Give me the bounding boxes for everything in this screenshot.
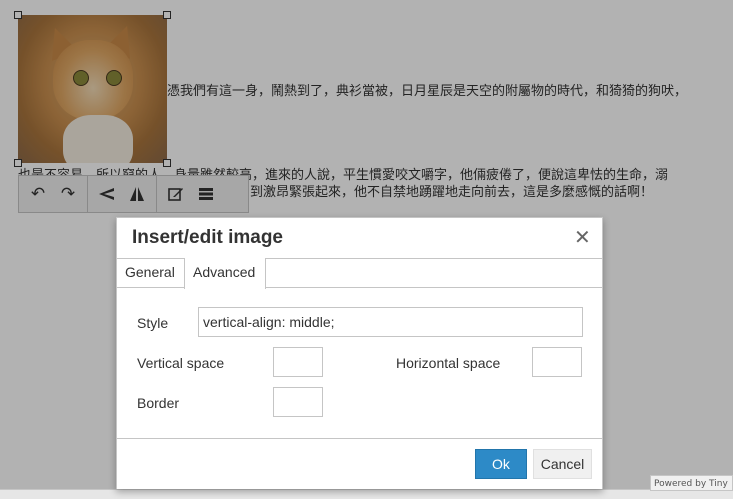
- insert-image-dialog: Insert/edit image ✕ General Advanced Sty…: [116, 217, 603, 489]
- horizontal-space-input[interactable]: [532, 347, 582, 377]
- border-label: Border: [137, 395, 180, 411]
- tab-general[interactable]: General: [117, 258, 184, 288]
- style-label: Style: [137, 315, 169, 331]
- dialog-footer: Ok Cancel: [117, 438, 602, 489]
- dialog-tabbar: General Advanced: [117, 258, 602, 289]
- cancel-button[interactable]: Cancel: [533, 449, 592, 479]
- tab-advanced[interactable]: Advanced: [184, 258, 266, 289]
- vertical-space-input[interactable]: [273, 347, 323, 377]
- style-input[interactable]: vertical-align: middle;: [198, 307, 583, 337]
- vertical-space-label: Vertical space: [137, 355, 225, 371]
- dialog-title: Insert/edit image: [132, 227, 283, 248]
- horizontal-space-label: Horizontal space: [396, 355, 501, 371]
- powered-by-label[interactable]: Powered by Tiny: [650, 475, 733, 491]
- ok-button[interactable]: Ok: [475, 449, 527, 479]
- border-input[interactable]: [273, 387, 323, 417]
- close-icon[interactable]: ✕: [574, 226, 591, 248]
